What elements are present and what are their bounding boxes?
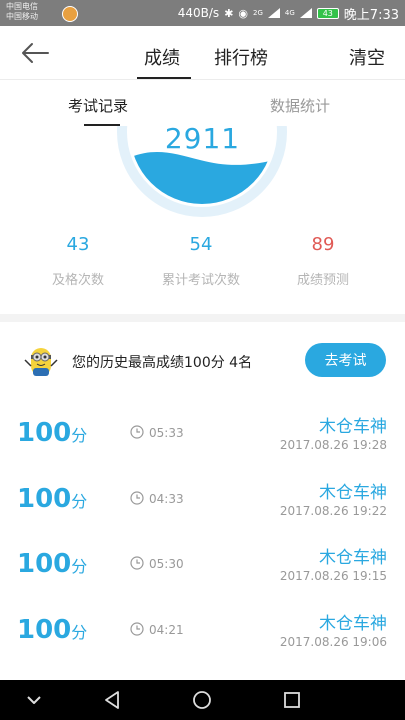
back-arrow-icon[interactable] [20,42,50,64]
tab-data-stats[interactable]: 数据统计 [270,95,330,116]
top-header: 成绩 排行榜 清空 [0,26,405,80]
tab-score[interactable]: 成绩 [144,44,180,70]
record-duration: 05:33 [149,426,184,440]
status-indicators: 440B/s ✱ ◉ 2G 4G 43 晚上7:33 [177,4,399,23]
notification-app-icon [62,6,78,22]
status-bar: 中国电信 中国移动 440B/s ✱ ◉ 2G 4G 43 晚上7:33 [0,0,405,26]
stat-label: 成绩预测 [296,273,349,288]
record-name: 木仓车神 [319,483,387,503]
score-number: 100 [17,549,72,579]
score-gauge: 2911 [0,126,405,226]
carrier-labels: 中国电信 中国移动 [6,2,38,22]
signal-1-label: 2G [253,9,263,17]
stat-value: 89 [311,234,335,255]
list-item[interactable]: 100分 05:33 木仓车神 2017.08.26 19:28 [0,402,405,466]
network-speed: 440B/s [177,6,220,20]
eye-icon: ◉ [238,6,249,20]
record-date: 2017.08.26 19:28 [279,438,387,452]
best-score-text: 您的历史最高成绩100分 4名 [72,355,253,371]
sub-tabs: 考试记录 数据统计 [0,80,405,126]
clock-icon [130,556,144,570]
stat-label: 累计考试次数 [161,273,240,288]
record-date: 2017.08.26 19:06 [279,635,387,649]
system-nav-bar [0,680,405,720]
record-score: 100分 [17,549,87,579]
home-circle-icon[interactable] [190,688,214,712]
chevron-down-icon[interactable] [22,688,46,712]
list-item[interactable]: 100分 04:21 木仓车神 2017.08.26 19:06 [0,599,405,663]
record-duration: 04:33 [149,492,184,506]
score-number: 100 [17,418,72,448]
carrier-2: 中国移动 [6,12,38,21]
best-score-row: 您的历史最高成绩100分 4名 去考试 [0,322,405,400]
recents-square-icon[interactable] [280,688,304,712]
record-date: 2017.08.26 19:15 [279,569,387,583]
stat-value: 43 [66,234,90,255]
clock-icon [130,622,144,636]
gauge-score-value: 2911 [164,126,241,155]
section-divider [0,314,405,322]
clear-button[interactable]: 清空 [349,44,385,70]
record-duration: 04:21 [149,623,184,637]
record-score: 100分 [17,615,87,645]
battery-icon: 43 [316,7,339,19]
stats-row: 43 及格次数 54 累计考试次数 89 成绩预测 [0,226,405,316]
list-item[interactable]: 100分 04:33 木仓车神 2017.08.26 19:22 [0,468,405,532]
record-name: 木仓车神 [319,417,387,437]
record-name: 木仓车神 [319,548,387,568]
take-exam-button[interactable]: 去考试 [305,343,386,377]
stat-total-exams: 54 累计考试次数 [136,234,266,288]
stat-pass-count: 43 及格次数 [13,234,143,288]
signal-2-label: 4G [284,9,295,17]
score-unit: 分 [71,492,88,511]
stat-score-prediction: 89 成绩预测 [258,234,388,288]
stat-value: 54 [189,234,213,255]
score-number: 100 [17,615,72,645]
clock-icon [130,425,144,439]
tab-exam-records[interactable]: 考试记录 [68,95,128,116]
score-number: 100 [17,484,72,514]
record-date: 2017.08.26 19:22 [279,504,387,518]
score-unit: 分 [71,623,88,642]
record-score: 100分 [17,418,87,448]
active-tab-indicator [137,77,191,79]
clock-icon [130,491,144,505]
carrier-1: 中国电信 [6,2,38,11]
score-unit: 分 [71,426,88,445]
score-unit: 分 [71,557,88,576]
minion-avatar-icon [24,348,58,376]
bluetooth-icon: ✱ [224,6,234,20]
list-item[interactable]: 100分 05:30 木仓车神 2017.08.26 19:15 [0,533,405,597]
signal-2-icon [299,8,312,18]
record-score: 100分 [17,484,87,514]
tab-ranking[interactable]: 排行榜 [214,44,268,70]
signal-1-icon [267,8,280,18]
back-triangle-icon[interactable] [100,688,124,712]
clock-time: 晚上7:33 [343,7,399,23]
record-duration: 05:30 [149,557,184,571]
record-name: 木仓车神 [319,614,387,634]
stat-label: 及格次数 [51,273,104,288]
